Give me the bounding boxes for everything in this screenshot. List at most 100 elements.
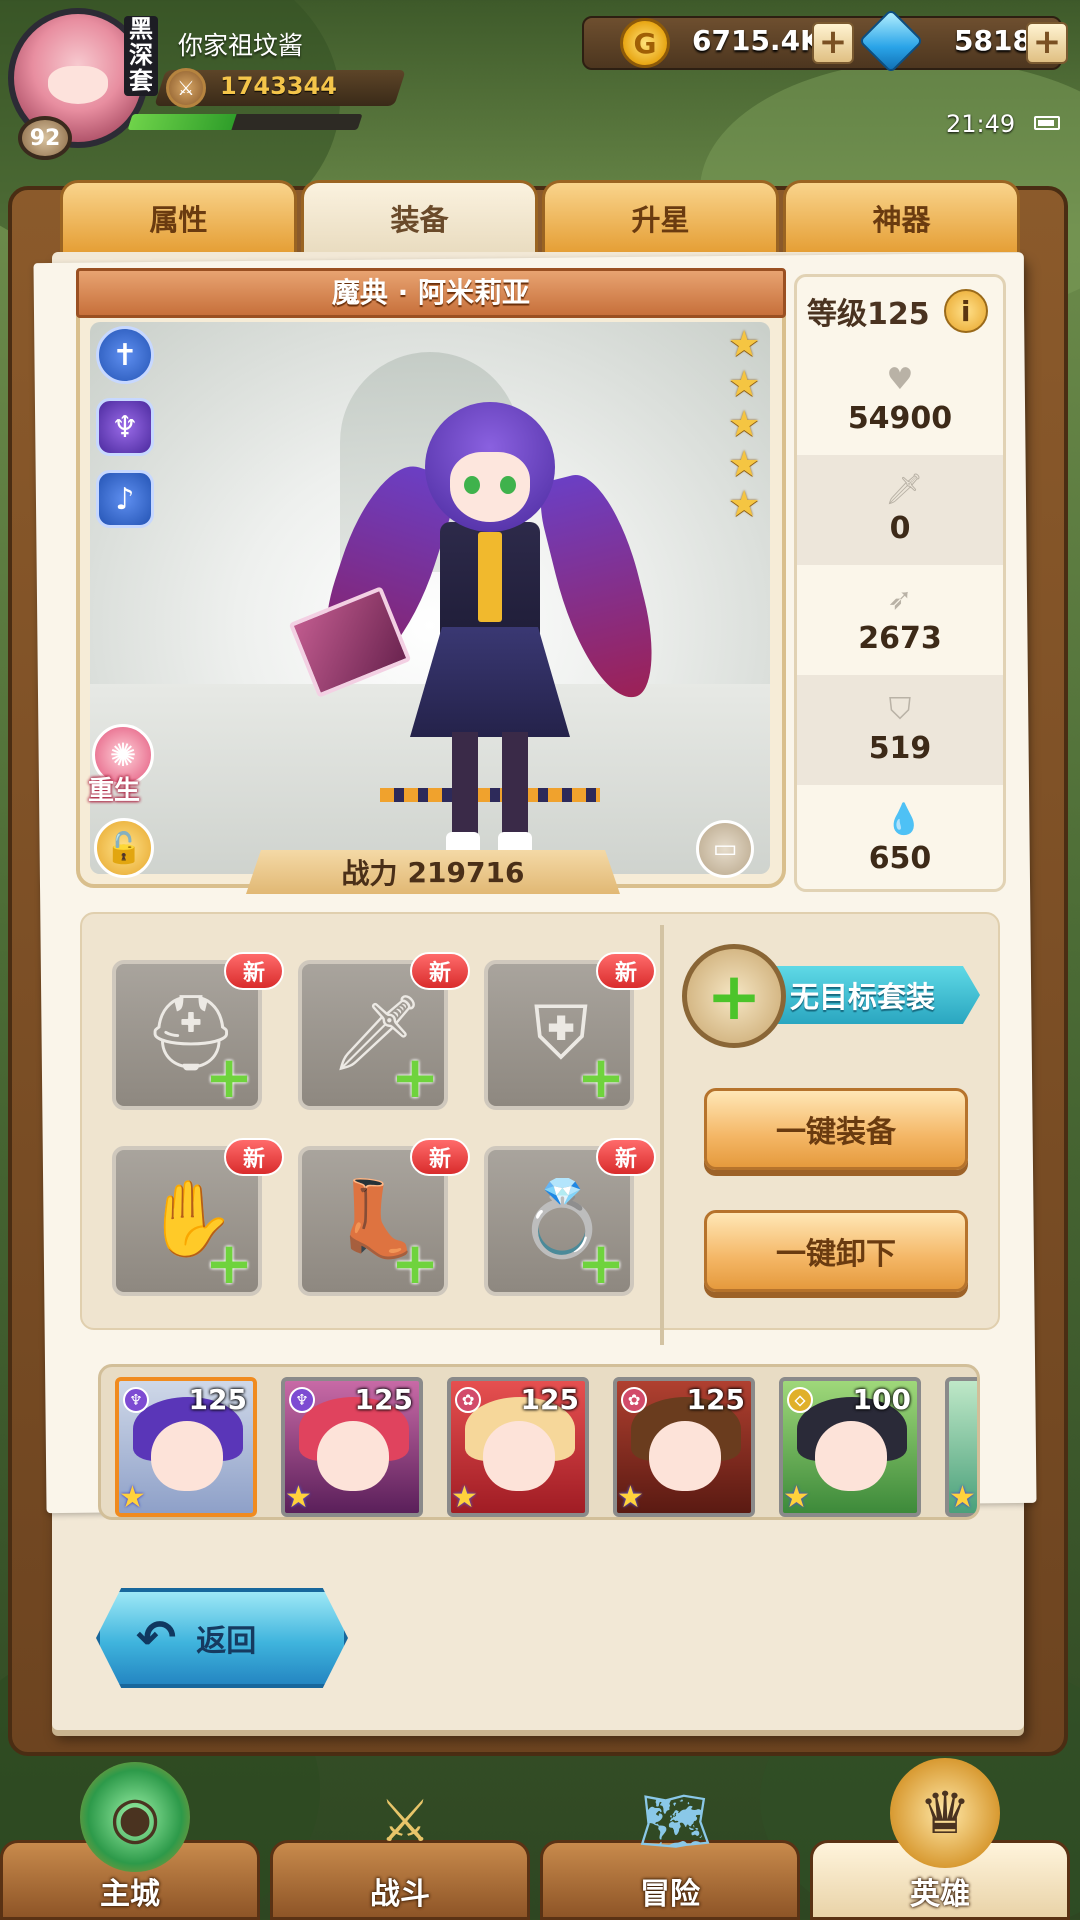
hero-card[interactable]: ⬦ 100 ★ xyxy=(779,1377,921,1517)
hero-hair-right xyxy=(533,465,667,709)
rainbow-star-icon: ★ xyxy=(949,1480,976,1515)
hero-crest-icon: ♛ xyxy=(890,1758,1000,1868)
add-plus-icon: + xyxy=(204,1229,254,1297)
flame-faction-icon: ✿ xyxy=(455,1387,481,1413)
hero-level-label: 等级125 xyxy=(807,297,930,332)
back-button[interactable]: ↶ 返回 xyxy=(96,1588,348,1688)
crossed-swords-icon: ⚔ xyxy=(166,68,206,108)
hero-power-plate: 战力 219716 xyxy=(246,850,620,894)
hero-portrait xyxy=(649,1421,721,1491)
back-label: 返回 xyxy=(196,1624,257,1659)
hero-tie xyxy=(478,532,502,622)
hero-card[interactable]: ✿ 125 ★ xyxy=(613,1377,755,1517)
star-icon: ★ xyxy=(728,484,761,525)
hero-eye-right xyxy=(500,476,516,494)
hero-power-value: 219716 xyxy=(407,855,525,889)
new-badge: 新 xyxy=(596,952,656,990)
new-badge: 新 xyxy=(410,1138,470,1176)
add-set-icon[interactable]: + xyxy=(682,944,786,1048)
new-badge: 新 xyxy=(596,1138,656,1176)
back-arrow-icon: ↶ xyxy=(136,1610,177,1666)
rainbow-star-icon: ★ xyxy=(617,1480,644,1515)
demon-faction-icon: ♆ xyxy=(289,1387,315,1413)
add-plus-icon: + xyxy=(204,1043,254,1111)
rank-tag: 黑 深 套 xyxy=(124,16,158,96)
rainbow-star-icon: ★ xyxy=(783,1480,810,1515)
hero-stage[interactable] xyxy=(90,322,770,874)
crossed-swords-icon: ⚔ xyxy=(379,1787,431,1855)
new-badge: 新 xyxy=(224,1138,284,1176)
tab-bar: 属性 装备 升星 神器 xyxy=(60,180,1020,252)
unlock-icon[interactable]: 🔓 xyxy=(94,818,154,878)
new-badge: 新 xyxy=(224,952,284,990)
sword-icon: 🗡 xyxy=(885,471,924,507)
chat-bubble-icon[interactable]: ▭ xyxy=(696,820,754,878)
demon-faction-icon: ♆ xyxy=(123,1387,149,1413)
hero-name: 魔典 · 阿米莉亚 xyxy=(76,268,786,318)
tab-artifact[interactable]: 神器 xyxy=(783,180,1020,252)
player-level-badge: 92 xyxy=(18,116,72,160)
stat-hp-value: 54900 xyxy=(847,400,953,436)
hero-card-level: 125 xyxy=(354,1383,413,1416)
hero-card-level: 125 xyxy=(188,1383,247,1416)
stat-row-defense: ⛉ 519 xyxy=(797,675,1003,785)
demon-faction-icon[interactable]: ♆ xyxy=(96,398,154,456)
nav-heroes-label: 英雄 xyxy=(910,1877,970,1912)
equip-all-button[interactable]: 一键装备 xyxy=(704,1088,968,1170)
add-plus-icon: + xyxy=(390,1043,440,1111)
tab-star-up[interactable]: 升星 xyxy=(542,180,779,252)
hero-cape-trim xyxy=(380,788,600,802)
hero-eye-left xyxy=(464,476,480,494)
hero-portrait xyxy=(483,1421,555,1491)
unequip-all-button[interactable]: 一键卸下 xyxy=(704,1210,968,1292)
hero-leg-right xyxy=(502,732,528,842)
xp-bar xyxy=(127,114,363,130)
add-gems-button[interactable]: + xyxy=(1026,22,1068,64)
bottom-navigation: 主城 战斗 冒险 英雄 ◉ ⚔ 🗺 ♛ xyxy=(0,1758,1080,1920)
player-name: 你家祖坟酱 xyxy=(178,31,304,60)
xp-fill xyxy=(127,114,237,130)
add-plus-icon: + xyxy=(576,1043,626,1111)
star-icon: ★ xyxy=(728,364,761,405)
hero-card-partial[interactable]: ★ xyxy=(945,1377,977,1517)
status-time: 21:49 xyxy=(946,110,1016,138)
stats-level-row: 等级125 i xyxy=(797,277,1003,345)
stats-panel: 等级125 i ♥ 54900 🗡 0 ➶ 2673 ⛉ 519 💧 650 xyxy=(794,274,1006,892)
stat-defense-value: 519 xyxy=(868,730,932,766)
light-faction-icon: ⬦ xyxy=(787,1387,813,1413)
equipment-divider xyxy=(660,925,664,1345)
hero-card[interactable]: ♆ 125 ★ xyxy=(281,1377,423,1517)
info-icon[interactable]: i xyxy=(943,289,988,333)
stat-attack-value: 0 xyxy=(889,510,911,546)
battery-icon xyxy=(1034,116,1060,130)
star-icon: ★ xyxy=(728,324,761,365)
rainbow-star-icon: ★ xyxy=(285,1480,312,1515)
stat-row-attack: 🗡 0 xyxy=(797,455,1003,565)
stat-magic-value: 2673 xyxy=(858,620,942,656)
castle-emblem-icon: ◉ xyxy=(80,1762,190,1872)
music-skill-icon[interactable]: ♪ xyxy=(96,470,154,528)
hero-portrait xyxy=(317,1421,389,1491)
hero-card[interactable]: ♆ 125 ★ xyxy=(115,1377,257,1517)
shield-icon: ⛉ xyxy=(888,691,912,727)
flame-faction-icon: ✿ xyxy=(621,1387,647,1413)
rainbow-star-icon: ★ xyxy=(451,1480,478,1515)
hero-card-level: 100 xyxy=(852,1383,911,1416)
hero-portrait xyxy=(151,1421,223,1491)
hero-card[interactable]: ✿ 125 ★ xyxy=(447,1377,589,1517)
hero-power-label: 战力 xyxy=(341,857,398,890)
rainbow-star-icon: ★ xyxy=(119,1480,146,1515)
cross-class-icon[interactable]: ✝ xyxy=(96,326,154,384)
rebirth-label[interactable]: 重生 xyxy=(88,770,140,807)
player-power-value: 1743344 xyxy=(220,72,337,100)
tab-attributes[interactable]: 属性 xyxy=(60,180,297,252)
stat-row-resist: 💧 650 xyxy=(797,785,1003,889)
tab-equipment[interactable]: 装备 xyxy=(301,180,538,252)
add-plus-icon: + xyxy=(576,1229,626,1297)
hero-card-level: 125 xyxy=(686,1383,745,1416)
gold-amount: 6715.4K xyxy=(692,24,822,57)
hero-roster[interactable]: ♆ 125 ★ ♆ 125 ★ ✿ 125 ★ ✿ 125 ★ ⬦ 100 ★ … xyxy=(98,1364,980,1520)
hero-model[interactable] xyxy=(288,392,667,862)
stat-row-hp: ♥ 54900 xyxy=(797,345,1003,455)
add-gold-button[interactable]: + xyxy=(812,22,854,64)
